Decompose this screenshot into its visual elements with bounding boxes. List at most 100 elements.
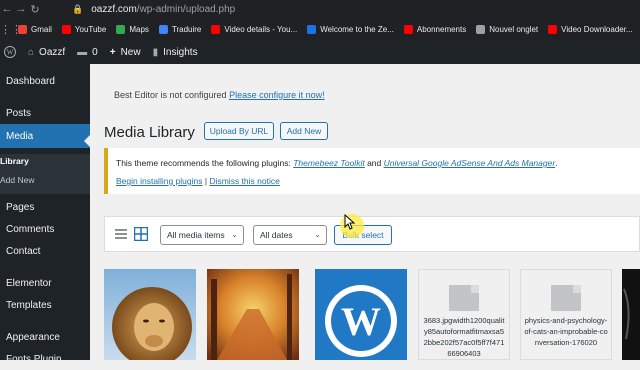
bookmark-item[interactable]: Traduire: [158, 24, 201, 34]
plus-icon: +: [109, 46, 116, 58]
document-icon: [551, 285, 581, 311]
admin-bar-site[interactable]: ⌂ Oazzf: [28, 47, 65, 58]
media-submenu: Library Add New: [0, 154, 90, 194]
comments-count: 0: [92, 46, 98, 58]
submenu-item-add-new[interactable]: Add New: [0, 175, 90, 185]
reload-icon[interactable]: ↻: [28, 3, 42, 16]
notice-message: This theme recommends the following plug…: [116, 158, 558, 168]
forward-icon[interactable]: →: [14, 3, 28, 15]
submenu-item-library[interactable]: Library: [0, 156, 90, 166]
home-icon: ⌂: [28, 46, 35, 58]
new-label: New: [120, 46, 141, 58]
notice-prefix: This theme recommends the following plug…: [116, 158, 291, 168]
bookmark-favicon-icon: [307, 24, 317, 34]
sidebar-item-label: Comments: [6, 223, 55, 235]
submenu-item-label: Library: [0, 156, 29, 166]
submenu-item-label: Add New: [0, 175, 35, 185]
wp-logo-icon[interactable]: W: [4, 46, 16, 58]
sidebar-item-label: Contact: [6, 245, 41, 257]
date-select[interactable]: All dates ⌄: [253, 225, 327, 245]
lock-icon[interactable]: 🔒: [72, 4, 83, 15]
bookmark-label: Welcome to the Ze...: [320, 24, 394, 34]
mouse-pointer-icon: [344, 214, 356, 230]
add-new-button[interactable]: Add New: [280, 122, 328, 140]
media-item-autumn-path[interactable]: [207, 269, 299, 360]
bookmark-item[interactable]: Video details - You...: [211, 24, 298, 34]
admin-bar-comments[interactable]: ▬ 0: [77, 47, 98, 58]
comment-icon: ▬: [77, 46, 88, 58]
grid-view-icon[interactable]: [134, 227, 148, 241]
bookmark-favicon-icon: [61, 24, 71, 34]
notice-and: and: [367, 158, 382, 168]
media-item-document-1[interactable]: 3683.jpgwidth1200quality85autoformatfitm…: [418, 269, 510, 360]
plugin-link-adsense[interactable]: Universal Google AdSense And Ads Manager: [384, 158, 556, 168]
media-toolbar: All media items ⌄ All dates ⌄ Bulk selec…: [104, 216, 640, 252]
sidebar-item-label: Fonts Plugin: [6, 353, 62, 365]
bookmark-label: Nouvel onglet: [489, 24, 539, 34]
url-path: /wp-admin/upload.php: [136, 3, 236, 15]
media-item-document-2[interactable]: physics-and-psychology-of-cats-an-improb…: [520, 269, 612, 360]
media-item-wordpress-logo[interactable]: W: [315, 269, 407, 360]
bookmark-label: Video details - You...: [224, 24, 298, 34]
admin-bar-insights[interactable]: ▮ Insights: [153, 47, 198, 58]
chevron-down-icon: ⌄: [314, 230, 321, 239]
bookmark-label: YouTube: [74, 24, 107, 34]
list-view-icon[interactable]: [115, 228, 127, 240]
bookmark-label: Video Downloader...: [561, 24, 633, 34]
bookmark-favicon-icon: [18, 24, 27, 34]
bookmark-favicon-icon: [116, 24, 126, 34]
sidebar-item-templates[interactable]: Templates: [0, 294, 90, 316]
bookmarks-bar: ⋮⋮ Gmail YouTube Maps Traduire Video details…: [0, 20, 640, 38]
sidebar-item-dashboard[interactable]: Dashboard: [0, 70, 90, 92]
admin-bar-new[interactable]: + New: [110, 47, 141, 58]
bookmark-item[interactable]: Welcome to the Ze...: [307, 24, 394, 34]
sidebar-item-elementor[interactable]: Elementor: [0, 272, 90, 294]
sidebar-item-comments[interactable]: Comments: [0, 218, 90, 240]
bookmark-favicon-icon: [158, 24, 168, 34]
media-item-lion[interactable]: [104, 269, 196, 360]
dark-image: [622, 269, 640, 360]
best-editor-text: Best Editor is not configured: [114, 90, 227, 100]
bookmark-item[interactable]: Gmail: [18, 24, 52, 34]
bookmark-item[interactable]: Maps: [116, 24, 149, 34]
document-icon: [449, 285, 479, 311]
sidebar-item-posts[interactable]: Posts: [0, 102, 90, 124]
sidebar-item-contact[interactable]: Contact: [0, 240, 90, 262]
sidebar-item-appearance[interactable]: Appearance: [0, 326, 90, 348]
apps-icon[interactable]: ⋮⋮: [0, 23, 22, 36]
sidebar-item-pages[interactable]: Pages: [0, 196, 90, 218]
wordpress-logo-image: W: [315, 269, 407, 360]
bookmark-label: Abonnements: [416, 24, 467, 34]
media-item-dark-image[interactable]: [622, 269, 640, 360]
address-bar[interactable]: ← → ↻ 🔒 oazzf.com /wp-admin/upload.php: [0, 0, 640, 18]
sidebar-item-label: Appearance: [6, 331, 60, 343]
sidebar-item-label: Dashboard: [6, 75, 55, 87]
notice-suffix: .: [555, 158, 558, 168]
bookmark-favicon-icon: [476, 24, 486, 34]
bookmark-favicon-icon: [403, 24, 413, 34]
begin-installing-link[interactable]: Begin installing plugins: [116, 176, 202, 186]
bookmark-item[interactable]: YouTube: [61, 24, 107, 34]
sidebar-item-label: Media: [6, 130, 34, 142]
back-icon[interactable]: ←: [0, 3, 14, 15]
plugin-link-themebeez[interactable]: Themebeez Toolkit: [293, 158, 365, 168]
notice-actions: Begin installing plugins | Dismiss this …: [116, 176, 280, 186]
admin-sidebar: Dashboard Posts Media Library Add New Pa…: [0, 64, 90, 365]
bookmark-item[interactable]: Video Downloader...: [548, 24, 633, 34]
site-name: Oazzf: [39, 46, 66, 58]
configure-link[interactable]: Please configure it now!: [229, 90, 325, 100]
wp-admin-bar: W ⌂ Oazzf ▬ 0 + New ▮ Insights: [0, 40, 640, 64]
upload-by-url-button[interactable]: Upload By URL: [204, 122, 274, 140]
plugin-notice: This theme recommends the following plug…: [104, 148, 640, 194]
lion-image: [104, 269, 196, 360]
dismiss-notice-link[interactable]: Dismiss this notice: [209, 176, 279, 186]
sidebar-item-fonts-plugin[interactable]: Fonts Plugin: [0, 348, 90, 370]
bar-chart-icon: ▮: [152, 46, 159, 58]
media-type-select[interactable]: All media items ⌄: [160, 225, 244, 245]
sidebar-item-media[interactable]: Media: [0, 124, 90, 148]
bookmark-favicon-icon: [548, 24, 558, 34]
bookmark-item[interactable]: Nouvel onglet: [476, 24, 539, 34]
browser-chrome: ← → ↻ 🔒 oazzf.com /wp-admin/upload.php ⋮…: [0, 0, 640, 40]
chevron-down-icon: ⌄: [231, 230, 238, 239]
bookmark-item[interactable]: Abonnements: [403, 24, 467, 34]
